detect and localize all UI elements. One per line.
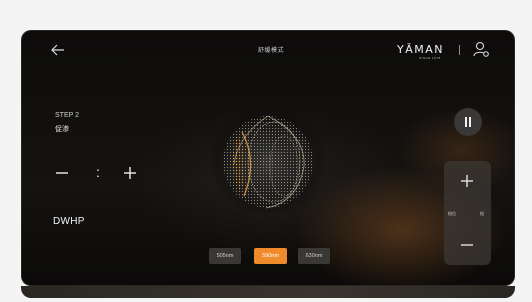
wavelength-630-button[interactable]: 630nm (298, 248, 330, 264)
wavelength-505-button[interactable]: 505nm (209, 248, 241, 264)
wavelength-590-button[interactable]: 590nm (254, 248, 287, 264)
minus-icon[interactable] (459, 237, 475, 253)
pause-button[interactable] (454, 108, 482, 136)
intensity-unit: 档 (480, 211, 484, 216)
intensity-label: 档位 (448, 211, 456, 216)
pause-icon-bar (469, 117, 471, 127)
screen: 舒缓模式 YĀMAN SINCE 1978 STEP 2 促渗 : DWHP 档… (0, 0, 532, 302)
step-label: STEP 2 (55, 112, 79, 119)
page-title: 舒缓模式 (257, 48, 284, 54)
minus-icon[interactable] (53, 164, 71, 182)
pause-icon (465, 117, 467, 127)
intensity-panel: 档位 档 (444, 161, 491, 265)
step-name: 促渗 (55, 126, 69, 133)
header-divider (459, 45, 460, 55)
timer-separator: : (96, 164, 100, 180)
brand-tagline: SINCE 1978 (419, 56, 441, 60)
light-orb-icon (210, 108, 326, 216)
device-bezel (21, 286, 515, 298)
arrow-left-icon[interactable] (49, 42, 67, 58)
timer-control: : (51, 164, 141, 182)
plus-icon[interactable] (121, 164, 139, 182)
user-settings-icon[interactable] (472, 40, 490, 58)
plus-icon[interactable] (459, 173, 475, 189)
mode-label: DWHP (53, 216, 85, 227)
brand-logo: YĀMAN (397, 43, 444, 56)
device-display: 舒缓模式 YĀMAN SINCE 1978 STEP 2 促渗 : DWHP 档… (21, 30, 515, 286)
